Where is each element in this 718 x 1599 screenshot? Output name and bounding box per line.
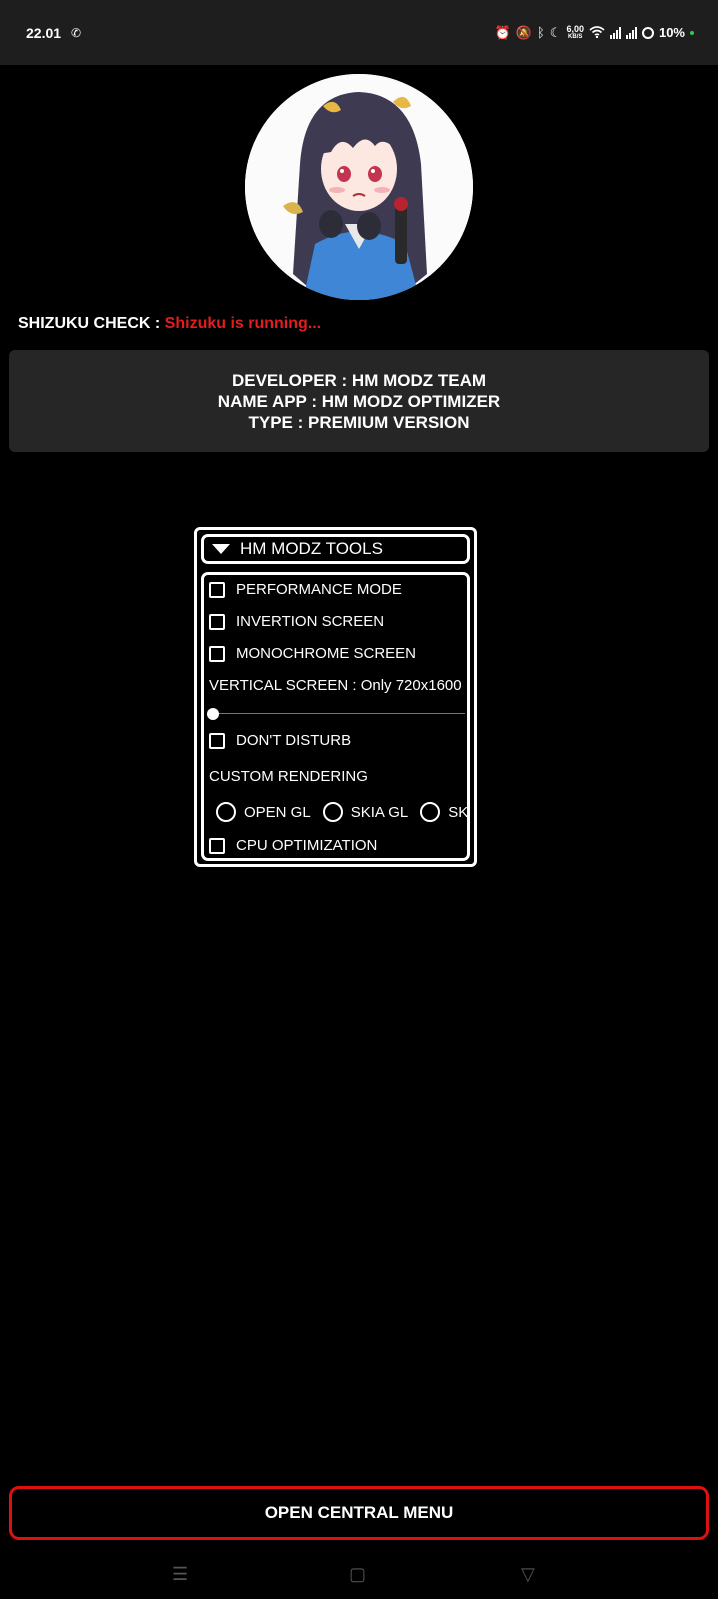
tools-panel: HM MODZ TOOLS PERFORMANCE MODE INVERTION… <box>194 527 477 867</box>
opengl-option[interactable]: OPEN GL <box>216 802 311 822</box>
monochrome-screen-option[interactable]: MONOCHROME SCREEN <box>209 645 416 662</box>
rendering-options: OPEN GL SKIA GL SKIA <box>216 802 469 822</box>
dont-disturb-label: DON'T DISTURB <box>236 732 352 749</box>
recent-apps-icon[interactable]: ☰ <box>172 1564 188 1585</box>
dont-disturb-option[interactable]: DON'T DISTURB <box>209 732 351 749</box>
invertion-screen-option[interactable]: INVERTION SCREEN <box>209 613 384 630</box>
status-time: 22.01 <box>26 24 62 41</box>
performance-mode-checkbox[interactable] <box>209 581 225 598</box>
privacy-indicator-icon <box>690 30 694 35</box>
navigation-bar: ☰ ▢ ▽ <box>0 1552 718 1599</box>
vertical-screen-slider[interactable] <box>213 713 465 714</box>
moon-icon: ☾ <box>549 25 562 40</box>
cpu-optimization-label: CPU OPTIMIZATION <box>236 837 378 854</box>
status-bar: 22.01 ✆ ⏰ 🔕 ᛒ ☾ 6,00 KB/S 10% <box>0 0 718 65</box>
shizuku-status: Shizuku is running... <box>164 315 322 332</box>
invertion-screen-label: INVERTION SCREEN <box>236 613 385 630</box>
skiagl-radio[interactable] <box>322 802 343 822</box>
shizuku-label: SHIZUKU CHECK : <box>18 315 161 332</box>
monochrome-screen-label: MONOCHROME SCREEN <box>236 645 417 662</box>
open-central-menu-button[interactable]: OPEN CENTRAL MENU <box>9 1486 709 1540</box>
wifi-icon <box>589 25 605 40</box>
back-icon[interactable]: ▽ <box>521 1564 535 1585</box>
cpu-optimization-checkbox[interactable] <box>209 837 225 854</box>
skia-label: SKIA <box>448 803 469 821</box>
phone-call-icon: ✆ <box>71 25 82 40</box>
app-info-panel: DEVELOPER : HM MODZ TEAM NAME APP : HM M… <box>9 350 709 452</box>
opengl-label: OPEN GL <box>244 803 311 821</box>
app-name-text: NAME APP : HM MODZ OPTIMIZER <box>217 391 501 411</box>
vertical-screen-slider-thumb[interactable] <box>207 708 219 720</box>
monochrome-screen-checkbox[interactable] <box>209 645 225 662</box>
battery-icon <box>641 26 654 39</box>
signal-icon-2 <box>625 26 637 39</box>
tools-header-toggle[interactable]: HM MODZ TOOLS <box>201 534 470 564</box>
performance-mode-option[interactable]: PERFORMANCE MODE <box>209 581 402 598</box>
profile-avatar <box>245 74 473 300</box>
signal-icon-1 <box>609 26 621 39</box>
anime-girl-illustration <box>245 74 473 300</box>
skia-option[interactable]: SKIA <box>420 802 469 822</box>
invertion-screen-checkbox[interactable] <box>209 613 225 630</box>
tools-title: HM MODZ TOOLS <box>240 539 383 558</box>
data-speed: 6,00 KB/S <box>566 23 584 40</box>
custom-rendering-label: CUSTOM RENDERING <box>209 768 368 785</box>
skiagl-label: SKIA GL <box>350 803 409 821</box>
battery-percent: 10% <box>658 25 685 40</box>
performance-mode-label: PERFORMANCE MODE <box>236 581 402 598</box>
shizuku-check: SHIZUKU CHECK : Shizuku is running... <box>18 315 321 333</box>
bluetooth-icon: ᛒ <box>536 25 545 40</box>
opengl-radio[interactable] <box>216 802 236 822</box>
tools-body: PERFORMANCE MODE INVERTION SCREEN MONOCH… <box>201 572 470 861</box>
triangle-down-icon <box>212 544 230 554</box>
cpu-optimization-option[interactable]: CPU OPTIMIZATION <box>209 837 377 854</box>
mute-icon: 🔕 <box>515 25 532 40</box>
version-type-text: TYPE : PREMIUM VERSION <box>248 412 470 432</box>
developer-text: DEVELOPER : HM MODZ TEAM <box>231 370 487 390</box>
skia-radio[interactable] <box>420 802 441 822</box>
status-icons: ⏰ 🔕 ᛒ ☾ 6,00 KB/S 10% <box>494 23 694 41</box>
home-icon[interactable]: ▢ <box>349 1564 366 1585</box>
dont-disturb-checkbox[interactable] <box>209 732 225 749</box>
alarm-icon: ⏰ <box>494 25 511 40</box>
vertical-screen-label: VERTICAL SCREEN : Only 720x1600 <box>209 677 462 694</box>
skiagl-option[interactable]: SKIA GL <box>322 802 409 822</box>
